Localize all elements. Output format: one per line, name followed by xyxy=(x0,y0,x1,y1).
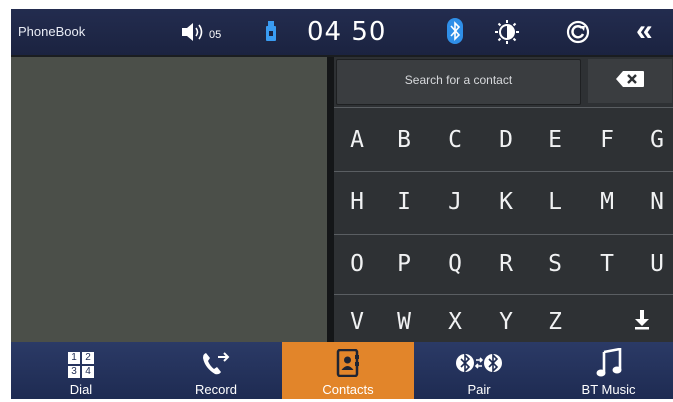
key-w[interactable]: W xyxy=(381,297,427,347)
keyboard-row-line xyxy=(334,234,673,235)
bottom-nav: 1 2 3 4 Dial Record Contacts Pair BT Mus… xyxy=(11,342,673,399)
download-arrow-icon xyxy=(633,308,651,336)
backspace-button[interactable] xyxy=(588,59,672,103)
key-n[interactable]: N xyxy=(634,177,673,227)
volume-indicator[interactable]: 05 xyxy=(181,22,221,47)
key-o[interactable]: O xyxy=(334,239,380,289)
search-placeholder: Search for a contact xyxy=(404,73,513,87)
speaker-icon xyxy=(181,22,207,47)
dialpad-digit: 1 xyxy=(68,352,80,364)
nav-dial-label: Dial xyxy=(69,382,93,397)
keyboard-row-line xyxy=(334,171,673,172)
clock: 04 50 xyxy=(307,17,387,47)
call-log-icon xyxy=(200,349,232,382)
dialpad-digit: 4 xyxy=(82,366,94,378)
dialpad-digit: 3 xyxy=(68,366,80,378)
bluetooth-pair-icon xyxy=(456,351,502,380)
search-keyboard: Search for a contact A B C D E F G H I J… xyxy=(334,57,673,342)
nav-pair-label: Pair xyxy=(467,382,491,397)
hide-keyboard-button[interactable] xyxy=(612,297,672,347)
key-z[interactable]: Z xyxy=(532,297,578,347)
panel-divider xyxy=(327,57,334,342)
key-e[interactable]: E xyxy=(532,115,578,165)
volume-level: 05 xyxy=(209,28,222,41)
key-t[interactable]: T xyxy=(584,239,630,289)
status-bar: PhoneBook 05 04 50 « xyxy=(11,9,673,55)
key-j[interactable]: J xyxy=(432,177,478,227)
key-u[interactable]: U xyxy=(634,239,673,289)
key-l[interactable]: L xyxy=(532,177,578,227)
bluetooth-icon[interactable] xyxy=(447,18,463,49)
nav-bt-music-label: BT Music xyxy=(581,382,636,397)
app-title: PhoneBook xyxy=(18,24,86,39)
nav-contacts[interactable]: Contacts xyxy=(282,342,414,399)
key-q[interactable]: Q xyxy=(432,239,478,289)
sync-icon[interactable] xyxy=(566,20,590,49)
nav-contacts-label: Contacts xyxy=(322,382,374,397)
keyboard-row-line xyxy=(334,107,673,108)
key-m[interactable]: M xyxy=(584,177,630,227)
key-c[interactable]: C xyxy=(432,115,478,165)
key-g[interactable]: G xyxy=(634,115,673,165)
back-chevrons-icon[interactable]: « xyxy=(636,14,653,48)
key-i[interactable]: I xyxy=(381,177,427,227)
key-r[interactable]: R xyxy=(483,239,529,289)
nav-record-label: Record xyxy=(195,382,237,397)
nav-bt-music[interactable]: BT Music xyxy=(544,342,673,399)
key-a[interactable]: A xyxy=(334,115,380,165)
key-s[interactable]: S xyxy=(532,239,578,289)
nav-record[interactable]: Record xyxy=(151,342,281,399)
keyboard-row-line xyxy=(334,294,673,295)
key-d[interactable]: D xyxy=(483,115,529,165)
usb-icon xyxy=(266,20,276,47)
dialpad-icon: 1 2 3 4 xyxy=(68,352,94,378)
dialpad-digit: 2 xyxy=(82,352,94,364)
key-v[interactable]: V xyxy=(334,297,380,347)
phonebook-screen: PhoneBook 05 04 50 « Search for a contac… xyxy=(11,9,673,399)
music-note-icon xyxy=(596,346,622,383)
key-p[interactable]: P xyxy=(381,239,427,289)
key-x[interactable]: X xyxy=(432,297,478,347)
nav-dial[interactable]: 1 2 3 4 Dial xyxy=(11,342,151,399)
search-input[interactable]: Search for a contact xyxy=(336,59,581,105)
contact-detail-panel xyxy=(11,57,327,342)
backspace-icon xyxy=(615,70,645,93)
brightness-icon[interactable] xyxy=(495,20,519,49)
key-k[interactable]: K xyxy=(483,177,529,227)
key-b[interactable]: B xyxy=(381,115,427,165)
key-h[interactable]: H xyxy=(334,177,380,227)
key-f[interactable]: F xyxy=(584,115,630,165)
key-y[interactable]: Y xyxy=(483,297,529,347)
nav-pair[interactable]: Pair xyxy=(414,342,544,399)
contacts-book-icon xyxy=(336,348,360,382)
